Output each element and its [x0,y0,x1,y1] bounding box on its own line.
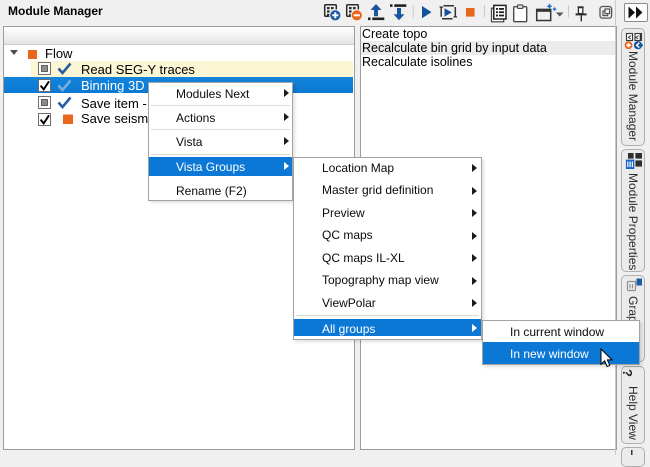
svg-text:?: ? [620,369,635,377]
